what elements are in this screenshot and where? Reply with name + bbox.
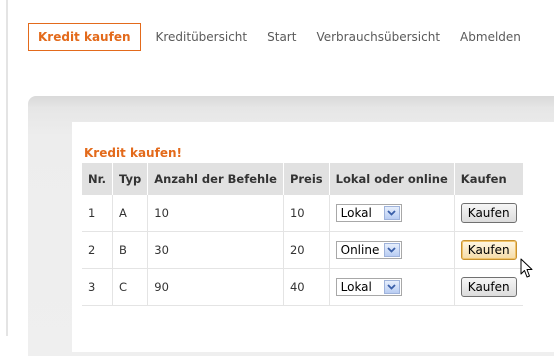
table-row: 3 C 90 40 Lokal Kaufen <box>82 268 523 306</box>
nav-kredit-kaufen[interactable]: Kredit kaufen <box>28 23 141 51</box>
mode-select-value: Lokal <box>340 206 372 220</box>
table-row: 1 A 10 10 Lokal Kaufen <box>82 195 523 232</box>
cell-mode: Lokal <box>329 195 455 232</box>
nav-verbrauchsuebersicht[interactable]: Verbrauchsübersicht <box>316 30 440 44</box>
mode-select[interactable]: Online <box>335 241 402 259</box>
mode-select-value: Online <box>340 243 380 257</box>
chevron-down-icon[interactable] <box>383 280 400 294</box>
cell-preis: 40 <box>283 268 330 306</box>
cell-nr: 2 <box>82 231 114 269</box>
table-header-row: Nr. Typ Anzahl der Befehle Preis Lokal o… <box>82 163 523 195</box>
column-header-typ: Typ <box>112 163 149 195</box>
cell-preis: 20 <box>283 231 330 269</box>
column-header-preis: Preis <box>283 163 330 195</box>
buy-button[interactable]: Kaufen <box>460 203 517 223</box>
column-header-anzahl: Anzahl der Befehle <box>147 163 284 195</box>
column-header-nr: Nr. <box>82 163 114 195</box>
cell-nr: 3 <box>82 268 114 306</box>
cell-kaufen: Kaufen <box>454 195 523 232</box>
table-row: 2 B 30 20 Online Kaufen <box>82 231 523 269</box>
cell-anzahl: 30 <box>147 231 284 269</box>
chevron-down-icon[interactable] <box>383 206 400 220</box>
cell-mode: Lokal <box>329 268 455 306</box>
cell-kaufen: Kaufen <box>454 268 523 306</box>
cell-preis: 10 <box>283 195 330 232</box>
cell-typ: B <box>112 231 149 269</box>
left-border <box>6 0 8 336</box>
buy-button[interactable]: Kaufen <box>460 277 517 297</box>
cell-anzahl: 10 <box>147 195 284 232</box>
cell-typ: C <box>112 268 149 306</box>
mode-select-value: Lokal <box>340 280 372 294</box>
card-title: Kredit kaufen! <box>84 146 182 160</box>
main-nav: Kredit kaufen Kreditübersicht Start Verb… <box>28 22 541 52</box>
nav-kredituebersicht[interactable]: Kreditübersicht <box>156 30 248 44</box>
mouse-pointer-icon <box>520 258 533 278</box>
cell-mode: Online <box>329 231 455 269</box>
chevron-down-icon[interactable] <box>383 243 400 257</box>
cell-typ: A <box>112 195 149 232</box>
column-header-mode: Lokal oder online <box>329 163 455 195</box>
cell-anzahl: 90 <box>147 268 284 306</box>
cell-nr: 1 <box>82 195 114 232</box>
cell-kaufen: Kaufen <box>454 231 523 269</box>
mode-select[interactable]: Lokal <box>335 204 402 222</box>
column-header-kaufen: Kaufen <box>454 163 523 195</box>
buy-button[interactable]: Kaufen <box>460 240 517 260</box>
nav-abmelden[interactable]: Abmelden <box>460 30 521 44</box>
mode-select[interactable]: Lokal <box>335 278 402 296</box>
credit-table: Nr. Typ Anzahl der Befehle Preis Lokal o… <box>82 163 523 306</box>
nav-start[interactable]: Start <box>267 30 296 44</box>
